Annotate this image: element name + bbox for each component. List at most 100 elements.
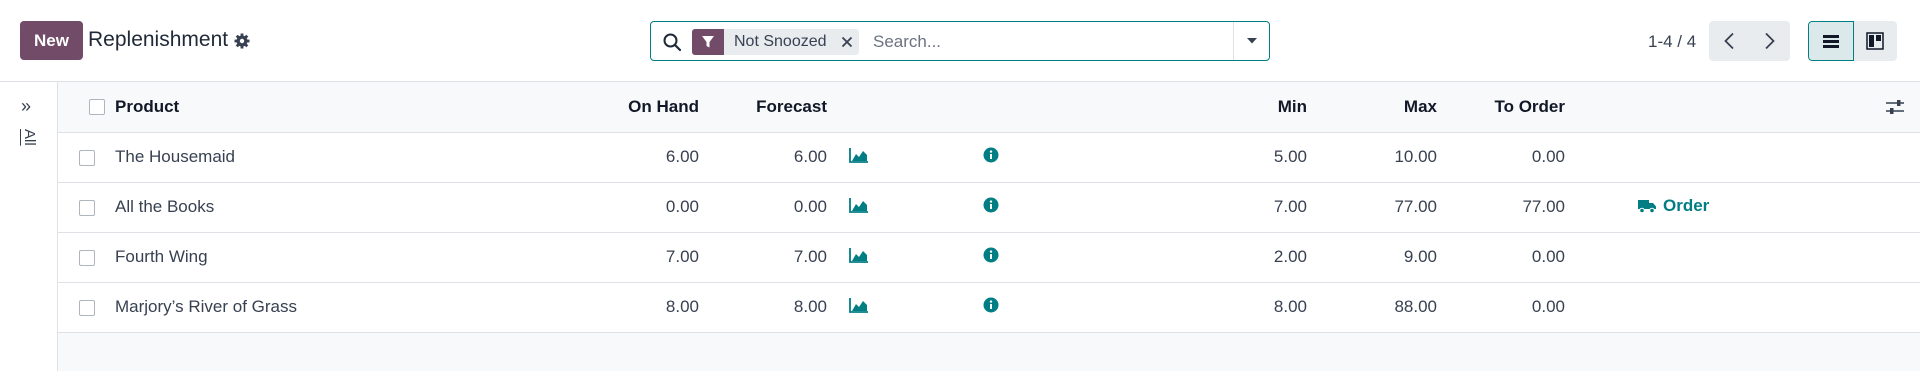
- order-button-label: Order: [1663, 195, 1710, 215]
- cell-action: Order: [1573, 182, 1860, 233]
- pager-buttons: [1709, 21, 1790, 61]
- cell-max: 77.00: [1315, 182, 1445, 233]
- pager-previous-button[interactable]: [1709, 21, 1750, 61]
- column-header-to-order[interactable]: To Order: [1445, 82, 1573, 133]
- cell-on-hand: 7.00: [517, 232, 707, 283]
- cell-to-order: 0.00: [1445, 232, 1573, 283]
- row-checkbox[interactable]: [79, 149, 95, 166]
- search-input[interactable]: [873, 27, 1243, 57]
- search-facet: Not Snoozed: [692, 29, 859, 55]
- forecast-graph-icon[interactable]: [849, 297, 869, 318]
- select-all-cell: [58, 82, 115, 133]
- row-select-cell: [58, 182, 115, 233]
- cell-min: 7.00: [935, 182, 1315, 233]
- cell-product[interactable]: All the Books: [115, 182, 517, 233]
- sliders-icon[interactable]: [1885, 98, 1905, 116]
- info-icon[interactable]: [983, 147, 999, 168]
- cell-on-hand: 6.00: [517, 132, 707, 183]
- forecast-graph-icon[interactable]: [849, 247, 869, 268]
- cell-product[interactable]: The Housemaid: [115, 132, 517, 183]
- min-value: 5.00: [1273, 147, 1307, 166]
- side-panel-toggle[interactable]: »: [21, 96, 31, 117]
- truck-icon: [1637, 198, 1657, 214]
- cell-to-order: 0.00: [1445, 282, 1573, 333]
- side-panel: » All: [0, 82, 58, 371]
- table-row[interactable]: Marjory’s River of Grass 8.00 8.00 8.00 88.0…: [58, 282, 1920, 333]
- cell-min: 8.00: [935, 282, 1315, 333]
- min-value: 2.00: [1273, 247, 1307, 266]
- row-select-cell: [58, 282, 115, 333]
- cell-graph: [835, 132, 935, 183]
- facet-remove-icon[interactable]: [835, 29, 859, 55]
- cell-min: 5.00: [935, 132, 1315, 183]
- forecast-graph-icon[interactable]: [849, 197, 869, 218]
- caret-down-icon: [1246, 38, 1257, 44]
- cell-forecast: 6.00: [707, 132, 835, 183]
- search-options-toggle[interactable]: [1233, 22, 1269, 60]
- row-checkbox[interactable]: [79, 249, 95, 266]
- kanban-view-icon: [1866, 32, 1884, 50]
- column-header-forecast[interactable]: Forecast: [707, 82, 835, 133]
- info-icon[interactable]: [983, 297, 999, 318]
- table-row[interactable]: All the Books 0.00 0.00 7.00 77.00 77.00 Order: [58, 182, 1920, 233]
- cell-forecast: 8.00: [707, 282, 835, 333]
- min-value: 7.00: [1273, 197, 1307, 216]
- new-button[interactable]: New: [20, 21, 83, 60]
- page-title: Replenishment: [88, 28, 229, 51]
- info-icon[interactable]: [983, 247, 999, 268]
- cell-empty: [1860, 282, 1920, 333]
- column-header-on-hand[interactable]: On Hand: [517, 82, 707, 133]
- table-header-row: Product On Hand Forecast Min Max To Orde…: [58, 82, 1920, 133]
- list-view-button[interactable]: [1808, 21, 1854, 61]
- chevron-right-icon: [1765, 32, 1775, 50]
- list-area: Product On Hand Forecast Min Max To Orde…: [58, 82, 1920, 371]
- side-panel-all[interactable]: All: [20, 129, 38, 146]
- pager-value[interactable]: 1-4 / 4: [1648, 32, 1696, 52]
- row-select-cell: [58, 232, 115, 283]
- optional-columns-cell: [1860, 82, 1920, 133]
- cell-to-order: 77.00: [1445, 182, 1573, 233]
- select-all-checkbox[interactable]: [89, 99, 105, 116]
- forecast-graph-icon[interactable]: [849, 147, 869, 168]
- cell-action: [1573, 132, 1860, 183]
- replenishment-table: Product On Hand Forecast Min Max To Orde…: [58, 82, 1920, 333]
- cell-graph: [835, 182, 935, 233]
- row-checkbox[interactable]: [79, 199, 95, 216]
- order-button[interactable]: Order: [1637, 196, 1709, 216]
- pager-next-button[interactable]: [1750, 21, 1791, 61]
- cell-min: 2.00: [935, 232, 1315, 283]
- cell-on-hand: 8.00: [517, 282, 707, 333]
- cell-action: [1573, 282, 1860, 333]
- facet-label: Not Snoozed: [734, 33, 827, 50]
- view-switcher: [1808, 21, 1897, 61]
- cell-max: 9.00: [1315, 232, 1445, 283]
- cell-product[interactable]: Fourth Wing: [115, 232, 517, 283]
- cell-product[interactable]: Marjory’s River of Grass: [115, 282, 517, 333]
- search-bar: Not Snoozed: [650, 21, 1270, 61]
- search-icon[interactable]: [662, 32, 682, 52]
- control-panel: New Replenishment Not Snoozed Search... …: [0, 0, 1920, 82]
- cell-forecast: 0.00: [707, 182, 835, 233]
- list-view-icon: [1822, 35, 1839, 48]
- row-select-cell: [58, 132, 115, 183]
- min-value: 8.00: [1273, 297, 1307, 316]
- cell-to-order: 0.00: [1445, 132, 1573, 183]
- cell-empty: [1860, 232, 1920, 283]
- column-header-action: [1573, 82, 1860, 133]
- table-row[interactable]: The Housemaid 6.00 6.00 5.00 10.00 0.00: [58, 132, 1920, 183]
- filter-icon: [692, 29, 724, 55]
- column-header-max[interactable]: Max: [1315, 82, 1445, 133]
- kanban-view-button[interactable]: [1853, 21, 1897, 61]
- cell-empty: [1860, 182, 1920, 233]
- info-icon[interactable]: [983, 197, 999, 218]
- cell-forecast: 7.00: [707, 232, 835, 283]
- row-checkbox[interactable]: [79, 299, 95, 316]
- column-header-product[interactable]: Product: [115, 82, 517, 133]
- cell-action: [1573, 232, 1860, 283]
- cell-on-hand: 0.00: [517, 182, 707, 233]
- column-header-min[interactable]: Min: [935, 82, 1315, 133]
- gear-icon[interactable]: [232, 31, 252, 51]
- cell-max: 10.00: [1315, 132, 1445, 183]
- cell-max: 88.00: [1315, 282, 1445, 333]
- table-row[interactable]: Fourth Wing 7.00 7.00 2.00 9.00 0.00: [58, 232, 1920, 283]
